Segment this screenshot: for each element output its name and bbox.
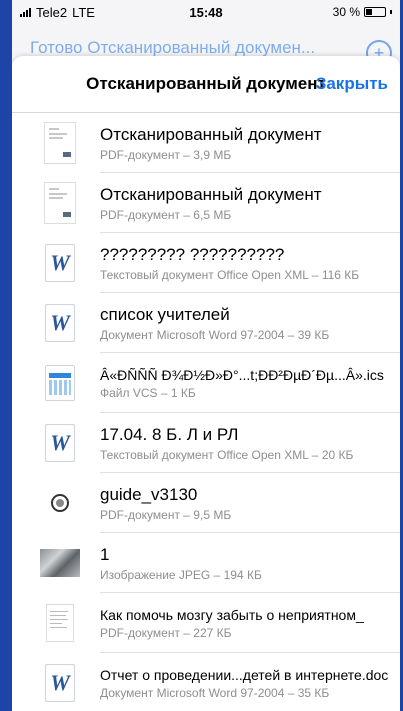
file-name: Отсканированный документ [100,184,322,204]
file-name: Отсканированный документ [100,124,322,144]
file-meta: Изображение JPEG – 194 КБ [100,567,262,582]
file-row-scan-1[interactable]: Отсканированный документ PDF-документ – … [12,113,400,173]
battery-icon [364,7,386,17]
file-name: список учителей [100,304,230,324]
word-document-icon: W [32,415,88,471]
battery-percent: 30 % [332,5,360,19]
file-name: Â«ÐÑÑÑ Ð¾Ð½Ð»Ð°...t;ÐÐ²ÐµÐ´Ðµ...Â».ics [100,366,384,383]
pdf-page-icon [32,595,88,651]
file-row-1704[interactable]: W 17.04. 8 Б. Л и РЛ Текстовый документ … [12,413,400,473]
file-meta: Документ Microsoft Word 97-2004 – 35 КБ [100,685,330,700]
photo-thumbnail-icon [32,535,88,591]
sheet-header: Отсканированный документ Закрыть [12,56,400,113]
network-label: LTE [72,4,95,20]
file-meta: PDF-документ – 3,9 МБ [100,147,232,162]
close-button[interactable]: Закрыть [316,74,388,94]
file-meta: Текстовый документ Office Open XML – 116… [100,267,360,282]
scanned-document-icon [32,175,88,231]
file-row-report-doc[interactable]: W Отчет о проведении...детей в интернете… [12,653,400,711]
file-row-brain-pdf[interactable]: Как помочь мозгу забыть о неприятном_ PD… [12,593,400,653]
file-name: Отчет о проведении...детей в интернете.d… [100,666,389,683]
file-row-teachers-list[interactable]: W список учителей Документ Microsoft Wor… [12,293,400,353]
file-row-guide[interactable]: guide_v3130 PDF-документ – 9,5 МБ [12,473,400,533]
file-list: Отсканированный документ PDF-документ – … [12,113,400,711]
file-row-scan-2[interactable]: Отсканированный документ PDF-документ – … [12,173,400,233]
word-document-icon: W [32,235,88,291]
file-name: 1 [100,544,110,564]
document-picker-sheet: Отсканированный документ Закрыть Отскани… [12,56,400,711]
file-meta: PDF-документ – 227 КБ [100,625,232,640]
file-meta: PDF-документ – 9,5 МБ [100,507,232,522]
word-document-icon: W [32,295,88,351]
file-name: 17.04. 8 Б. Л и РЛ [100,424,239,444]
file-row-ics[interactable]: Â«ÐÑÑÑ Ð¾Ð½Ð»Ð°...t;ÐÐ²ÐµÐ´Ðµ...Â».ics Ф… [12,353,400,413]
file-row-jpeg[interactable]: 1 Изображение JPEG – 194 КБ [12,533,400,593]
scanned-document-icon [32,115,88,171]
file-meta: Файл VCS – 1 КБ [100,385,196,400]
status-right: 30 % [333,5,392,19]
file-meta: PDF-документ – 6,5 МБ [100,207,232,222]
carrier-label: Tele2 [36,4,68,20]
file-row-docx-unnamed[interactable]: W ????????? ?????????? Текстовый докумен… [12,233,400,293]
file-name: guide_v3130 [100,484,198,504]
file-meta: Текстовый документ Office Open XML – 20 … [100,447,354,462]
signal-icon [20,7,31,17]
phone-screen: Tele2 LTE 15:48 30 % Готово Отсканирован… [12,0,400,711]
status-bar: Tele2 LTE 15:48 30 % [12,0,400,24]
file-name: Как помочь мозгу забыть о неприятном_ [100,606,364,623]
word-document-icon: W [32,655,88,711]
calendar-file-icon [32,355,88,411]
guide-pdf-icon [32,475,88,531]
status-left: Tele2 LTE [20,5,95,20]
battery-tip-icon [390,10,392,14]
file-name: ????????? ?????????? [100,244,285,264]
clock: 15:48 [189,4,223,20]
file-meta: Документ Microsoft Word 97-2004 – 39 КБ [100,327,330,342]
sheet-title: Отсканированный документ [86,74,326,93]
